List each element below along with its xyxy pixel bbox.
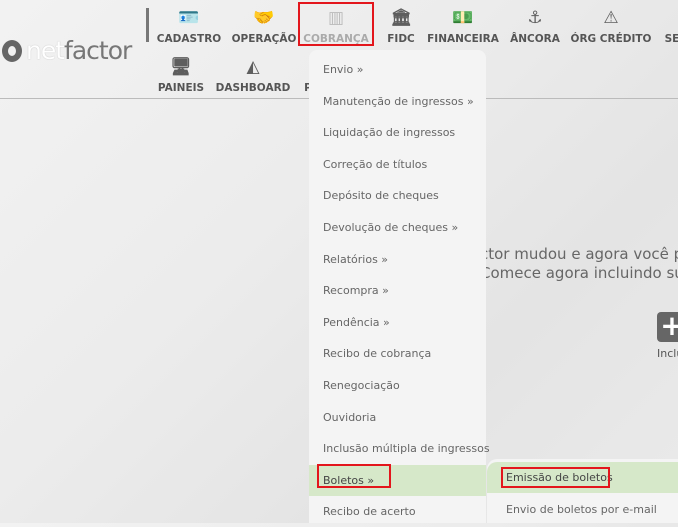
nav-label: OPERAÇÃO [231,33,297,45]
menu-item[interactable]: Manutenção de ingressos » [309,86,486,117]
warning-icon: ⚠ [603,8,619,28]
menu-item[interactable]: Correção de títulos [309,149,486,180]
welcome-text-line1: ctor mudou e agora você p [480,245,678,263]
nav-se[interactable]: SE [665,8,678,45]
menu-item[interactable]: Recibo de acerto [309,496,486,527]
menu-item[interactable]: Relatórios » [309,244,486,275]
menu-item[interactable]: Depósito de cheques [309,180,486,211]
monitor-icon: 🖥 [170,57,192,77]
menu-item[interactable]: Recibo de cobrança [309,338,486,369]
cobranca-dropdown-menu: Envio » Manutenção de ingressos » Liquidaç… [309,50,490,523]
nav-divider [146,8,149,42]
nav-operao[interactable]: 🤝 OPERAÇÃO [232,8,297,45]
netfactor-logo[interactable]: net factor [2,36,132,65]
nav-financeira[interactable]: 💵 FINANCEIRA [427,8,499,45]
welcome-text-line2: Comece agora incluindo su [480,264,678,282]
annotation-box-boletos [317,464,391,488]
nav-label: CADASTRO [156,33,222,45]
menu-item[interactable]: Inclusão múltipla de ingressos [309,433,490,464]
nav-cadastro[interactable]: 🪪 CADASTRO [157,8,221,45]
logo-mark-icon [2,39,22,62]
submenu-item[interactable]: Envio de boletos por e-mail [487,494,678,525]
nav-fidc[interactable]: 🏛 FIDC [387,8,415,45]
menu-item[interactable]: Renegociação [309,370,486,401]
nav-dashboard[interactable]: ◭ DASHBOARD [216,57,291,94]
anchor-icon: ⚓ [527,8,543,28]
annotation-box-emissao [501,467,610,488]
handshake-icon: 🤝 [253,8,275,28]
nav-label: SE [664,33,678,45]
menu-item[interactable]: Devolução de cheques » [309,212,486,243]
menu-item[interactable]: Envio » [309,54,486,85]
nav-label: FIDC [387,33,415,45]
nav-label: ÂNCORA [510,33,560,45]
money-bill-icon: 💵 [452,8,474,28]
nav-ncora[interactable]: ⚓ ÂNCORA [510,8,560,45]
add-plus-button[interactable]: + [657,312,678,342]
nav-label: PAINEIS [157,82,205,94]
nav-label: ÓRG CRÉDITO [570,33,652,45]
id-card-icon: 🪪 [178,8,200,28]
area-chart-icon: ◭ [246,57,260,77]
bank-icon: 🏛 [390,8,412,28]
nav-label: FINANCEIRA [427,33,499,45]
nav-rgcrdito[interactable]: ⚠ ÓRG CRÉDITO [571,8,652,45]
annotation-box-cobranca [298,2,374,46]
add-label: Inclu [657,347,678,360]
menu-item[interactable]: Recompra » [309,275,486,306]
nav-paineis[interactable]: 🖥 PAINEIS [158,57,204,94]
menu-item[interactable]: Ouvidoria [309,402,486,433]
nav-label: DASHBOARD [215,82,291,94]
menu-item[interactable]: Pendência » [309,307,486,338]
menu-item[interactable]: Liquidação de ingressos [309,117,486,148]
